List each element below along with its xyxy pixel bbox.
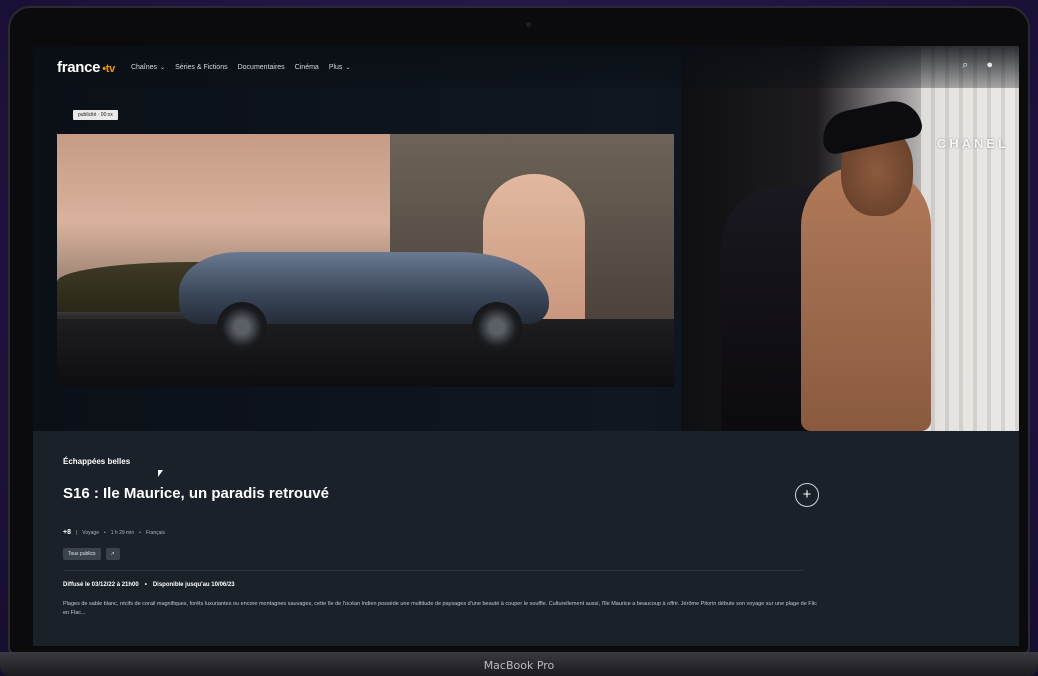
nav-item-cinema[interactable]: Cinéma (295, 64, 319, 71)
add-to-list-button[interactable]: + (795, 483, 819, 507)
episode-title: S16 : Ile Maurice, un paradis retrouvé (63, 485, 329, 502)
nav-item-documentaires[interactable]: Documentaires (238, 64, 285, 71)
france-tv-logo[interactable]: france •tv (57, 59, 115, 76)
hero-banner: publicité · 00:xx CHANEL (33, 46, 1019, 431)
top-navigation: france •tv Chaînes ⌄ Séries & Fictions Doc… (33, 46, 1019, 88)
mouse-cursor (158, 470, 163, 477)
video-player[interactable] (57, 134, 674, 387)
meta-separator: | (75, 529, 78, 536)
ad-tag: publicité · 00:xx (73, 110, 118, 120)
car-wheel-front (217, 302, 267, 352)
browser-screen: publicité · 00:xx CHANEL france •tv Chaîn… (33, 46, 1019, 646)
nav-item-chaines[interactable]: Chaînes ⌄ (131, 64, 165, 71)
search-icon[interactable]: ⌕ (962, 59, 968, 72)
nav-item-label: Documentaires (237, 63, 285, 71)
nav-actions: ⌕ ● (962, 59, 993, 72)
logo-text: france (57, 58, 101, 76)
show-name[interactable]: Échappées belles (63, 457, 130, 466)
expand-icon[interactable]: ↗ (105, 548, 120, 560)
plus-icon: + (802, 486, 812, 503)
user-icon[interactable]: ● (986, 59, 993, 72)
nav-item-label: Cinéma (294, 63, 319, 71)
age-rating: +8 (63, 529, 71, 536)
nav-item-label: Plus (328, 63, 343, 71)
meta-duration: 1 h 29 min (110, 529, 135, 536)
chevron-down-icon: ⌄ (160, 64, 166, 71)
car-wheel-rear (472, 302, 522, 352)
badges: Tous publics ↗ (63, 548, 120, 560)
nav-item-plus[interactable]: Plus ⌄ (329, 64, 351, 71)
episode-description: Plages de sable blanc, récifs de corail … (63, 601, 817, 616)
meta-genre: Voyage (82, 529, 99, 536)
divider (63, 570, 803, 571)
program-details: Échappées belles S16 : Ile Maurice, un p… (33, 431, 1019, 646)
program-meta: +8 | Voyage • 1 h 29 min • Français (63, 529, 165, 536)
meta-dot: • (139, 529, 141, 536)
broadcast-dot: • (144, 582, 147, 588)
chevron-down-icon: ⌄ (345, 64, 351, 71)
nav-item-label: Séries & Fictions (175, 63, 228, 71)
availability-date: Disponible jusqu'au 10/06/23 (152, 582, 235, 588)
ad-brand-logo: CHANEL (936, 136, 1009, 151)
audience-badge: Tous publics (63, 548, 101, 560)
nav-item-series[interactable]: Séries & Fictions (175, 64, 228, 71)
curtain (921, 46, 1019, 431)
camera-icon (526, 22, 531, 27)
nav-item-label: Chaînes (130, 63, 158, 71)
road (57, 319, 674, 387)
broadcast-info: Diffusé le 03/12/22 à 21h00 • Disponible… (63, 582, 235, 588)
ad-panel[interactable]: CHANEL (681, 46, 1019, 431)
meta-dot: • (103, 529, 106, 536)
logo-suffix: •tv (102, 62, 115, 75)
device-label: MacBook Pro (483, 659, 555, 672)
broadcast-date: Diffusé le 03/12/22 à 21h00 (63, 582, 139, 588)
meta-language: Français (145, 529, 166, 536)
